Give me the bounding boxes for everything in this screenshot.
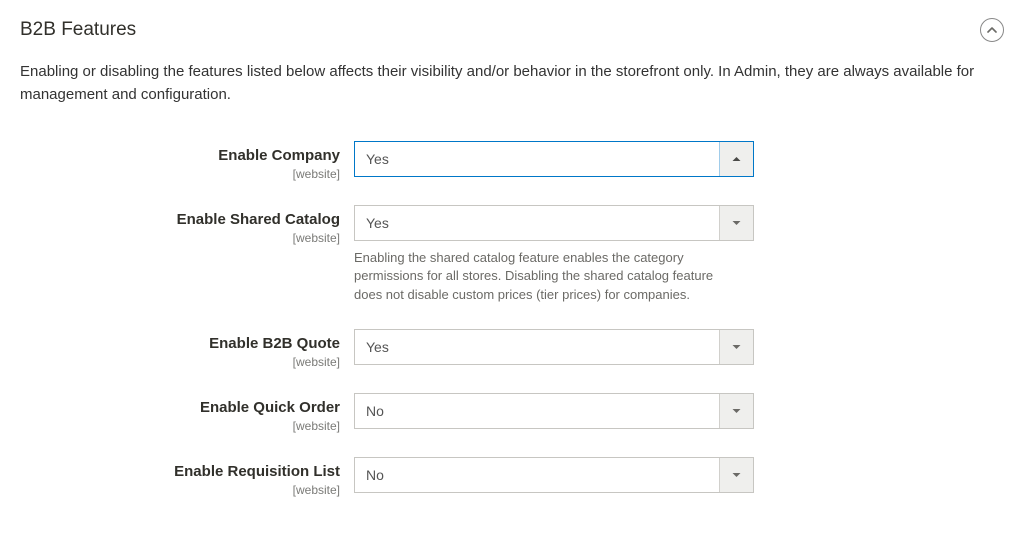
field-label: Enable Quick Order [20,399,340,417]
collapse-section-button[interactable] [980,18,1004,42]
enable-company-select[interactable]: Yes [354,141,754,177]
field-enable-company: Enable Company [website] Yes [20,141,1004,181]
enable-shared-catalog-select[interactable]: Yes [354,205,754,241]
field-scope: [website] [20,419,340,433]
select-value: Yes [366,151,742,167]
select-value: No [366,467,742,483]
chevron-down-icon [719,330,753,364]
chevron-down-icon [719,206,753,240]
chevron-down-icon [719,458,753,492]
chevron-up-icon [719,142,753,176]
field-enable-shared-catalog: Enable Shared Catalog [website] Yes Enab… [20,205,1004,306]
enable-b2b-quote-select[interactable]: Yes [354,329,754,365]
field-scope: [website] [20,167,340,181]
field-enable-requisition-list: Enable Requisition List [website] No [20,457,1004,497]
field-scope: [website] [20,483,340,497]
field-scope: [website] [20,231,340,245]
field-label: Enable Shared Catalog [20,211,340,229]
enable-quick-order-select[interactable]: No [354,393,754,429]
field-scope: [website] [20,355,340,369]
section-title: B2B Features [20,19,136,41]
chevron-down-icon [719,394,753,428]
field-label: Enable B2B Quote [20,335,340,353]
field-label: Enable Company [20,147,340,165]
select-value: No [366,403,742,419]
chevron-up-icon [987,27,997,33]
select-value: Yes [366,215,742,231]
field-label: Enable Requisition List [20,463,340,481]
select-value: Yes [366,339,742,355]
field-enable-b2b-quote: Enable B2B Quote [website] Yes [20,329,1004,369]
enable-requisition-list-select[interactable]: No [354,457,754,493]
field-enable-quick-order: Enable Quick Order [website] No [20,393,1004,433]
section-description: Enabling or disabling the features liste… [20,60,1004,107]
field-help-text: Enabling the shared catalog feature enab… [354,249,744,306]
